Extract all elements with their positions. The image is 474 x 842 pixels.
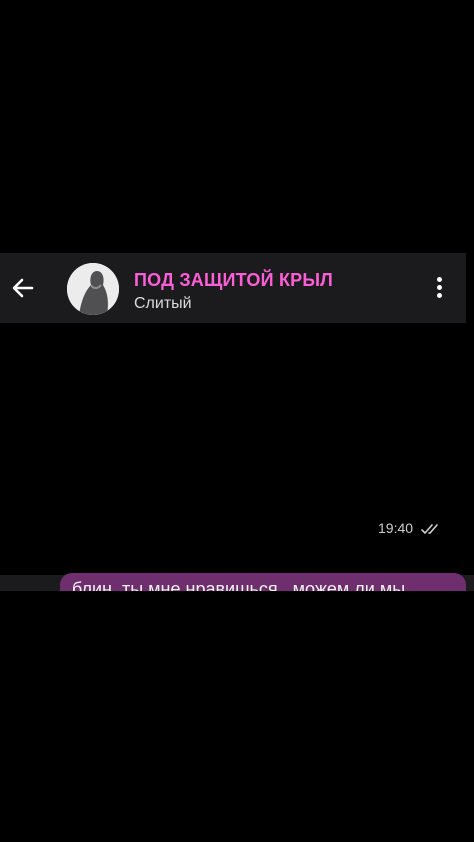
more-options-button[interactable]: [430, 277, 448, 301]
message-text: блин, ты мне нравишься , можем ли мы: [72, 579, 406, 591]
more-vertical-icon: [436, 277, 442, 282]
arrow-left-icon: [12, 278, 34, 298]
message-bubble[interactable]: блин, ты мне нравишься , можем ли мы: [60, 573, 466, 591]
message-meta: 19:40: [378, 520, 441, 536]
chat-area: 19:40: [0, 323, 474, 591]
back-button[interactable]: [10, 275, 36, 301]
chat-subtitle: Слитый: [134, 295, 192, 312]
avatar-image: [67, 263, 119, 315]
message-time: 19:40: [378, 520, 414, 536]
chat-header: ПОД ЗАЩИТОЙ КРЫЛ Слитый: [0, 253, 466, 323]
double-check-icon: [421, 524, 438, 535]
avatar[interactable]: [67, 263, 119, 315]
chat-title[interactable]: ПОД ЗАЩИТОЙ КРЫЛ: [134, 270, 333, 291]
